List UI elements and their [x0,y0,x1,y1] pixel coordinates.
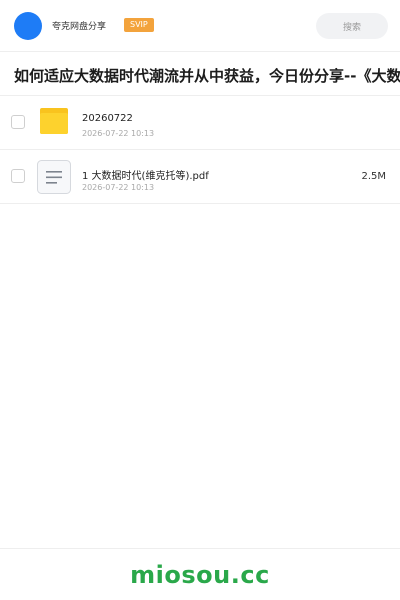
document-icon [37,160,71,194]
site-name: 夸克网盘分享 [52,22,107,32]
header: 夸克网盘分享 SVIP 搜索 [0,0,400,52]
avatar[interactable] [14,12,42,40]
file-size: 2.5M [361,171,386,182]
title-bar: 如何适应大数据时代潮流并从中获益，今日份分享--《大数 [0,52,400,96]
file-name[interactable]: 1 大数据时代(维克托等).pdf [82,167,209,182]
file-date: 2026-07-22 10:13 [82,129,155,138]
row-checkbox[interactable] [11,169,25,183]
search-button[interactable]: 搜索 [316,13,388,39]
svip-badge: SVIP [124,18,154,32]
search-label: 搜索 [342,22,361,33]
page-title: 如何适应大数据时代潮流并从中获益，今日份分享--《大数 [14,67,400,85]
file-date: 2026-07-22 10:13 [82,183,155,192]
share-page: 夸克网盘分享 SVIP 搜索 如何适应大数据时代潮流并从中获益，今日份分享--《… [0,0,400,600]
file-row-folder[interactable]: 20260722 2026-07-22 10:13 [0,96,400,150]
footer: miosou.cc [0,548,400,600]
row-checkbox[interactable] [11,115,25,129]
file-name[interactable]: 20260722 [82,113,133,124]
file-row-pdf[interactable]: 1 大数据时代(维克托等).pdf 2026-07-22 10:13 2.5M [0,150,400,204]
footer-logo[interactable]: miosou.cc [130,561,270,589]
folder-icon [40,108,68,134]
